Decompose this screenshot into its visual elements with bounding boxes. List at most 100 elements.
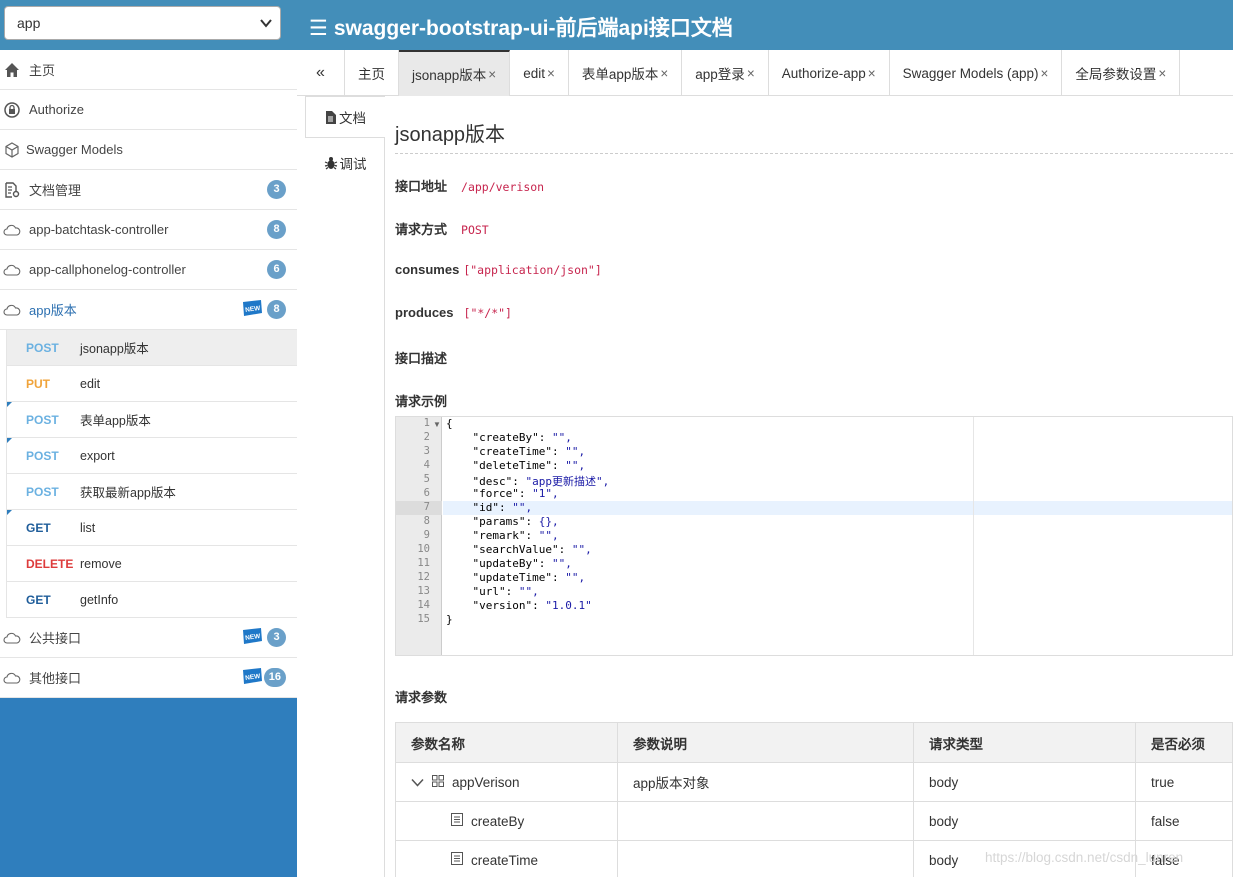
- sidebar-item-authorize[interactable]: Authorize: [0, 90, 297, 130]
- tab-edit[interactable]: edit ×: [510, 50, 569, 96]
- count-badge: 8: [267, 220, 286, 239]
- close-icon[interactable]: ×: [660, 66, 668, 81]
- code-value: "",: [538, 529, 559, 542]
- close-icon[interactable]: ×: [1158, 66, 1166, 81]
- close-icon[interactable]: ×: [747, 66, 755, 81]
- divider: [395, 153, 1233, 154]
- api-list: POST jsonapp版本 PUT edit POST 表单app版本 POS…: [6, 330, 297, 618]
- file-icon: [326, 110, 336, 124]
- sidebar-item-other-api[interactable]: 其他接口 NEW 16: [0, 658, 297, 698]
- api-item-label: getInfo: [80, 592, 119, 607]
- sidebar-item-swagger-models[interactable]: Swagger Models: [0, 130, 297, 170]
- close-icon[interactable]: ×: [868, 66, 876, 81]
- code-key: "force":: [446, 487, 533, 500]
- code-line: "remark": "",: [446, 529, 559, 542]
- api-item-form-app-version[interactable]: POST 表单app版本: [7, 402, 297, 438]
- api-item-label: edit: [80, 376, 101, 391]
- group-select-value: app: [17, 15, 41, 31]
- close-icon[interactable]: ×: [1040, 66, 1048, 81]
- code-value: "",: [518, 585, 539, 598]
- sidebar-item-doc-manage[interactable]: 文档管理 3: [0, 170, 297, 210]
- api-item-label: remove: [80, 556, 122, 571]
- sidebar-item-label: app-batchtask-controller: [29, 222, 169, 237]
- count-badge: 3: [267, 628, 286, 647]
- sidebar-item-public-api[interactable]: 公共接口 NEW 3: [0, 618, 297, 658]
- api-item-getinfo[interactable]: GET getInfo: [7, 582, 297, 618]
- tab-home[interactable]: 主页: [345, 50, 399, 96]
- consumes-value: ["application/json"]: [463, 263, 602, 277]
- cloud-api-icon: [2, 220, 22, 240]
- tab-debug[interactable]: 调试: [305, 142, 385, 184]
- chevron-down-icon[interactable]: [411, 776, 424, 790]
- doc-side-tabs: 文档 调试: [297, 96, 385, 877]
- api-item-export[interactable]: POST export: [7, 438, 297, 474]
- method-badge: POST: [26, 340, 59, 355]
- code-value: "",: [571, 543, 592, 556]
- code-line: "deleteTime": "",: [446, 459, 585, 472]
- sidebar-item-home[interactable]: 主页: [0, 50, 297, 90]
- tab-label: 全局参数设置: [1075, 67, 1157, 82]
- tab-label: app登录: [695, 67, 745, 82]
- tab-jsonapp-version[interactable]: jsonapp版本 ×: [399, 50, 511, 96]
- tab-label: jsonapp版本: [412, 68, 487, 83]
- code-line: "createBy": "",: [446, 431, 571, 444]
- tab-label: 主页: [358, 67, 385, 82]
- doc-content: jsonapp版本 接口地址/app/verison 请求方式 POST cons…: [395, 96, 1233, 877]
- tab-label: edit: [523, 65, 545, 81]
- api-item-jsonapp-version[interactable]: POST jsonapp版本: [7, 330, 297, 366]
- api-item-edit[interactable]: PUT edit: [7, 366, 297, 402]
- line-number: 10: [417, 543, 430, 555]
- sidebar-item-batchtask-controller[interactable]: app-batchtask-controller 8: [0, 210, 297, 250]
- produces-field: produces ["*/*"]: [395, 305, 512, 320]
- sidebar-item-label: Authorize: [29, 102, 84, 117]
- code-line: "url": "",: [446, 585, 539, 598]
- code-key: "id":: [446, 501, 513, 514]
- code-line: "updateBy": "",: [446, 557, 571, 570]
- tab-swagger-models[interactable]: Swagger Models (app) ×: [890, 50, 1063, 96]
- api-item-remove[interactable]: DELETE remove: [7, 546, 297, 582]
- line-number: 9: [423, 529, 430, 541]
- group-select[interactable]: app: [4, 6, 281, 40]
- api-item-latest-version[interactable]: POST 获取最新app版本: [7, 474, 297, 510]
- request-example-editor[interactable]: ▼ { "createBy": "", "createTime": "", "d…: [395, 416, 1233, 656]
- method-value: POST: [461, 223, 489, 237]
- param-type: body: [913, 762, 1136, 802]
- tab-label: Swagger Models (app): [902, 65, 1039, 81]
- api-item-list[interactable]: GET list: [7, 510, 297, 546]
- list-doc-icon: [451, 813, 463, 829]
- sidebar: 主页 Authorize Swagger Models 文档管理 3 app-b…: [0, 50, 297, 877]
- fold-arrow-icon[interactable]: ▼: [433, 420, 441, 429]
- count-badge: 16: [263, 668, 286, 687]
- collapse-sidebar-button[interactable]: «: [297, 50, 345, 96]
- col-header: 请求类型: [913, 722, 1136, 763]
- code-key: "updateBy":: [446, 557, 552, 570]
- hamburger-menu-icon[interactable]: ☰: [309, 16, 328, 41]
- method-badge: POST: [26, 448, 59, 463]
- method-label: 请求方式: [395, 222, 448, 237]
- param-name: createBy: [471, 814, 525, 829]
- new-tag-icon: NEW: [243, 668, 262, 684]
- table-header-row: 参数名称 参数说明 请求类型 是否必须: [395, 722, 1233, 763]
- tab-global-params[interactable]: 全局参数设置 ×: [1062, 50, 1181, 96]
- code-line: "id": "",: [446, 501, 532, 514]
- tab-doc-label: 文档: [339, 111, 366, 126]
- sidebar-item-label: 其他接口: [29, 671, 82, 686]
- code-key: "remark":: [446, 529, 539, 542]
- api-item-label: 获取最新app版本: [80, 486, 176, 500]
- code-value: "1",: [532, 487, 559, 500]
- tab-authorize-app[interactable]: Authorize-app ×: [769, 50, 890, 96]
- close-icon[interactable]: ×: [547, 66, 555, 81]
- sidebar-item-app-version[interactable]: app版本 NEW 8: [0, 290, 297, 330]
- tab-doc[interactable]: 文档: [305, 96, 385, 138]
- sidebar-item-callphonelog-controller[interactable]: app-callphonelog-controller 6: [0, 250, 297, 290]
- param-name: createTime: [471, 853, 539, 868]
- param-name-cell: createTime: [395, 840, 618, 877]
- active-line: [443, 501, 1232, 515]
- tab-app-login[interactable]: app登录 ×: [682, 50, 769, 96]
- tab-form-app-version[interactable]: 表单app版本 ×: [569, 50, 683, 96]
- app-title: ☰ swagger-bootstrap-ui-前后端api接口文档: [309, 12, 733, 42]
- close-icon[interactable]: ×: [488, 67, 496, 82]
- api-item-label: jsonapp版本: [80, 342, 149, 356]
- line-number: 14: [417, 599, 430, 611]
- produces-value: ["*/*"]: [463, 306, 512, 320]
